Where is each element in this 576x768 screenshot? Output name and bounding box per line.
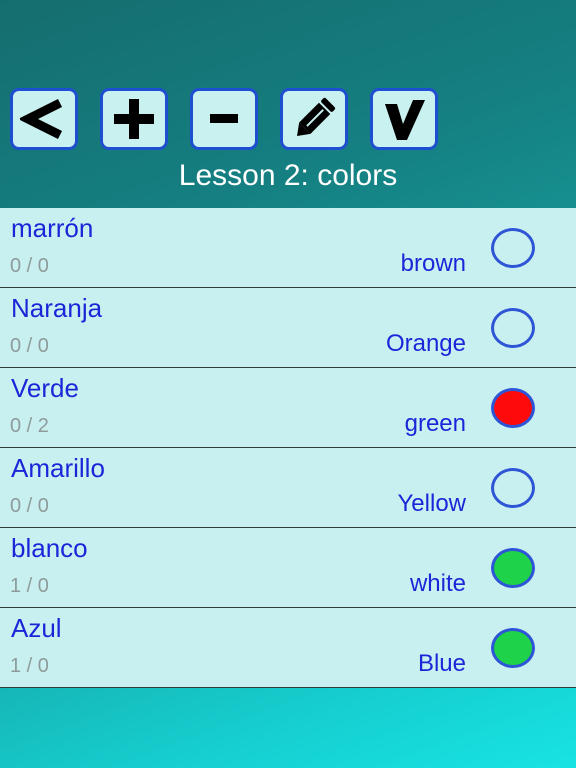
word-text: Amarillo: [11, 453, 105, 483]
word-row[interactable]: Verde 0 / 2 green: [0, 368, 576, 448]
word-text: Naranja: [11, 293, 103, 323]
status-circle-icon[interactable]: [491, 228, 535, 268]
status-circle-icon[interactable]: [491, 308, 535, 348]
word-row[interactable]: blanco 1 / 0 white: [0, 528, 576, 608]
translation-text: white: [409, 570, 466, 597]
word-row[interactable]: marrón 0 / 0 brown: [0, 208, 576, 288]
minus-icon: [210, 114, 238, 123]
word-text: Azul: [11, 613, 62, 643]
translation-text: green: [404, 410, 466, 437]
back-icon: [20, 98, 63, 140]
word-row[interactable]: Amarillo 0 / 0 Yellow: [0, 448, 576, 528]
pencil-icon: [297, 97, 336, 136]
score-text: 0 / 0: [10, 335, 49, 357]
translation-text: Yellow: [397, 490, 467, 517]
lesson-title: Lesson 2: colors: [178, 159, 398, 192]
status-circle-icon[interactable]: [491, 388, 535, 428]
translation-text: Orange: [385, 330, 466, 357]
status-circle-icon[interactable]: [491, 628, 535, 668]
word-row[interactable]: Naranja 0 / 0 Orange: [0, 288, 576, 368]
word-list: marrón 0 / 0 brown Naranja 0 / 0 Orange …: [0, 208, 576, 688]
status-circle-icon[interactable]: [491, 548, 535, 588]
plus-icon: [114, 99, 154, 139]
score-text: 0 / 2: [10, 415, 49, 437]
back-button[interactable]: [10, 88, 78, 150]
checkmark-icon: [385, 100, 425, 140]
score-text: 1 / 0: [10, 655, 49, 677]
translation-text: Blue: [417, 650, 466, 677]
translation-text: brown: [400, 250, 466, 277]
score-text: 0 / 0: [10, 495, 49, 517]
word-text: blanco: [11, 533, 88, 563]
remove-word-button[interactable]: [190, 88, 258, 150]
status-circle-icon[interactable]: [491, 468, 535, 508]
word-text: Verde: [11, 373, 79, 403]
word-row[interactable]: Azul 1 / 0 Blue: [0, 608, 576, 688]
score-text: 1 / 0: [10, 575, 49, 597]
score-text: 0 / 0: [10, 255, 49, 277]
check-button[interactable]: [370, 88, 438, 150]
word-text: marrón: [11, 213, 94, 243]
edit-button[interactable]: [280, 88, 348, 150]
add-word-button[interactable]: [100, 88, 168, 150]
